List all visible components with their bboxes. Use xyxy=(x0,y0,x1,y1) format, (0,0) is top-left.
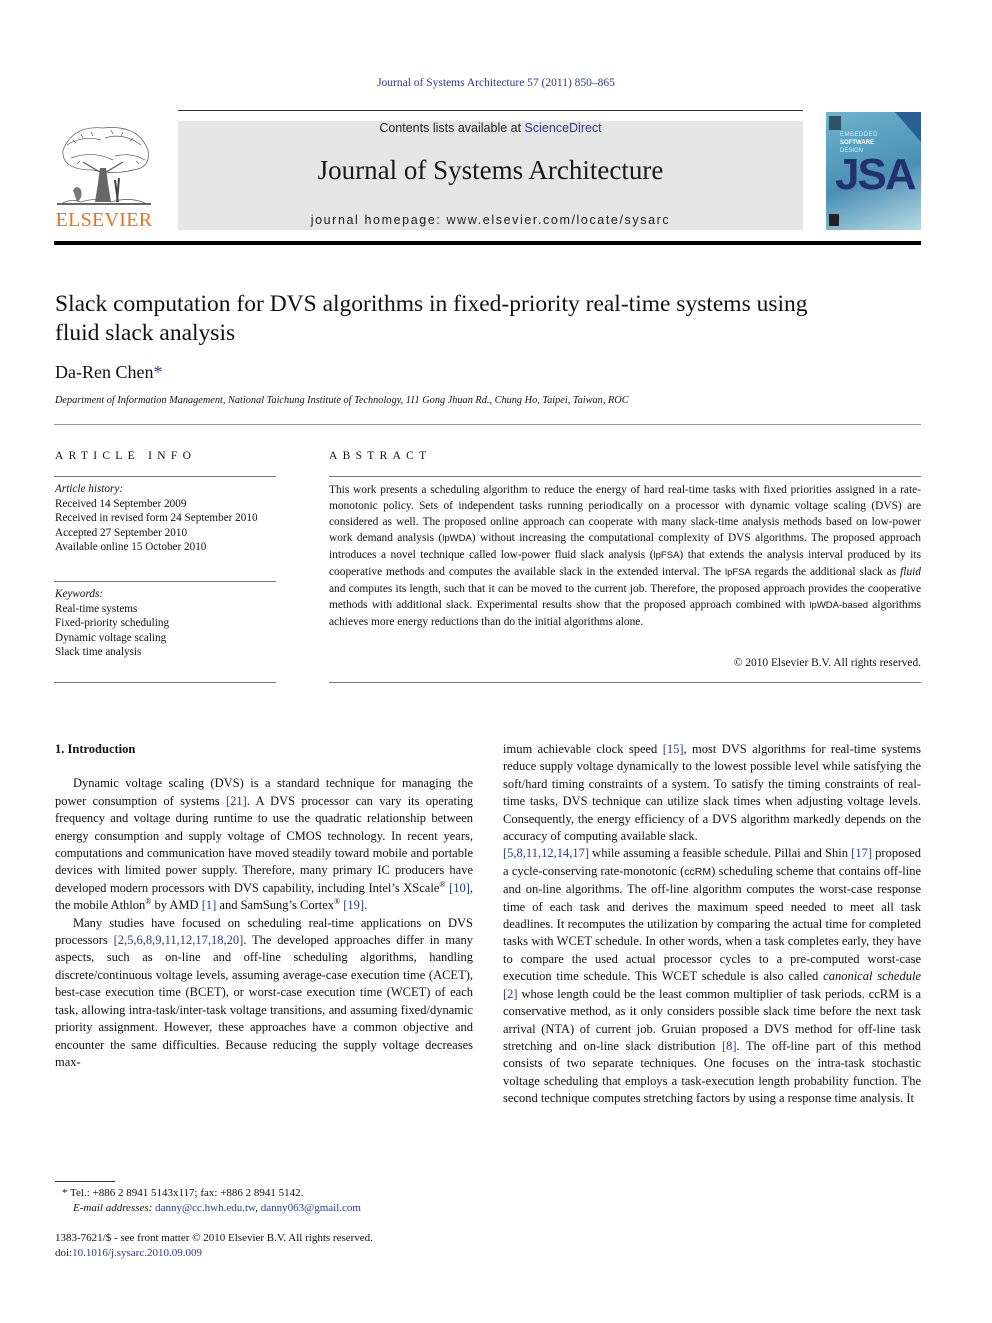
author-footnote-mark[interactable]: * xyxy=(153,362,162,382)
front-matter: 1383-7621/$ - see front matter © 2010 El… xyxy=(55,1231,373,1261)
keyword-item: Dynamic voltage scaling xyxy=(55,631,167,644)
keywords-rule xyxy=(54,581,276,582)
cover-line-2: SOFTWARE xyxy=(840,140,874,146)
elsevier-wordmark: ELSEVIER xyxy=(55,209,153,231)
article-title: Slack computation for DVS algorithms in … xyxy=(55,291,808,346)
journal-banner: Contents lists available at ScienceDirec… xyxy=(178,121,803,230)
history-label: Article history: xyxy=(55,483,124,495)
intro-paragraph-3: [5,8,11,12,14,17] while assuming a feasi… xyxy=(503,846,921,1106)
article-history: Article history: Received 14 September 2… xyxy=(55,482,277,555)
email-link[interactable]: danny@cc.hwh.edu.tw xyxy=(155,1202,255,1214)
body-column-right: imum achievable clock speed [15], most D… xyxy=(503,741,921,1108)
footnote-emails: E-mail addresses: danny@cc.hwh.edu.tw, d… xyxy=(73,1202,361,1214)
cover-publisher-mark xyxy=(829,116,841,130)
history-received: Received 14 September 2009 xyxy=(55,497,187,510)
keyword-item: Fixed-priority scheduling xyxy=(55,617,170,630)
header-rule xyxy=(178,110,803,111)
citation-link[interactable]: [5,8,11,12,14,17] xyxy=(503,846,589,860)
section-heading-introduction: 1. Introduction xyxy=(55,742,136,756)
author-line: Da-Ren Chen* xyxy=(55,362,162,383)
footnote-contact: * Tel.: +886 2 8941 5143x117; fax: +886 … xyxy=(62,1187,304,1199)
header-thick-rule xyxy=(54,241,921,245)
journal-citation[interactable]: Journal of Systems Architecture 57 (2011… xyxy=(0,77,992,89)
body-column-left: 1. Introduction Dynamic voltage scaling … xyxy=(55,741,473,1071)
citation-link[interactable]: [19] xyxy=(343,898,364,912)
intro-paragraph-2-cont: imum achievable clock speed [15], most D… xyxy=(503,742,922,844)
sciencedirect-link[interactable]: ScienceDirect xyxy=(525,121,602,135)
intro-paragraph-1: Dynamic voltage scaling (DVS) is a stand… xyxy=(55,776,474,913)
journal-cover-thumbnail[interactable]: EMBEDDED SOFTWARE DESIGN JSA xyxy=(826,112,921,230)
keyword-item: Slack time analysis xyxy=(55,646,142,659)
citation-link[interactable]: [1] xyxy=(202,898,217,912)
title-rule xyxy=(54,424,921,425)
history-online: Available online 15 October 2010 xyxy=(55,541,207,554)
abstract-rule xyxy=(329,476,921,477)
cover-acronym: JSA xyxy=(835,150,917,199)
history-revised: Received in revised form 24 September 20… xyxy=(55,512,258,525)
journal-homepage[interactable]: journal homepage: www.elsevier.com/locat… xyxy=(178,213,803,227)
history-accepted: Accepted 27 September 2010 xyxy=(55,526,188,539)
intro-paragraph-2: Many studies have focused on scheduling … xyxy=(55,915,473,1069)
abstract-heading: ABSTRACT xyxy=(329,450,432,462)
citation-link[interactable]: [10] xyxy=(449,881,470,895)
issn-copyright: 1383-7621/$ - see front matter © 2010 El… xyxy=(55,1232,373,1244)
elsevier-tree-icon xyxy=(57,127,151,205)
keywords-label: Keywords: xyxy=(55,588,104,600)
author-affiliation: Department of Information Management, Na… xyxy=(55,395,629,406)
citation-link[interactable]: [2] xyxy=(503,987,518,1001)
citation-link[interactable]: [8] xyxy=(722,1039,737,1053)
contents-prefix: Contents lists available at xyxy=(379,121,525,135)
citation-link[interactable]: [21] xyxy=(226,794,247,808)
doi-line: doi:10.1016/j.sysarc.2010.09.009 xyxy=(55,1247,202,1259)
keywords: Keywords: Real-time systems Fixed-priori… xyxy=(55,587,277,660)
citation-link[interactable]: [17] xyxy=(851,846,872,860)
email-link[interactable]: danny063@gmail.com xyxy=(261,1202,361,1214)
keyword-item: Real-time systems xyxy=(55,602,138,615)
abstract-bottom-rule xyxy=(329,682,921,683)
elsevier-logo[interactable]: ELSEVIER xyxy=(53,120,155,232)
cover-footer-mark xyxy=(829,214,839,226)
cover-line-1: EMBEDDED xyxy=(840,132,879,138)
abstract-copyright: © 2010 Elsevier B.V. All rights reserved… xyxy=(733,657,921,669)
article-info-heading: ARTICLE INFO xyxy=(55,450,197,462)
article-info-rule xyxy=(54,476,276,477)
footnote-rule xyxy=(55,1181,115,1182)
contents-line: Contents lists available at ScienceDirec… xyxy=(178,121,803,135)
author-footnote: * Tel.: +886 2 8941 5143x117; fax: +886 … xyxy=(62,1186,361,1216)
journal-title: Journal of Systems Architecture xyxy=(317,155,664,185)
author-name: Da-Ren Chen xyxy=(55,362,154,382)
cover-corner-badge xyxy=(895,112,921,142)
doi-link[interactable]: 10.1016/j.sysarc.2010.09.009 xyxy=(72,1247,202,1259)
abstract-text: This work presents a scheduling algorith… xyxy=(329,484,921,628)
article-info-bottom-rule xyxy=(54,682,276,683)
citation-link[interactable]: [2,5,6,8,9,11,12,17,18,20] xyxy=(114,933,244,947)
citation-link[interactable]: [15] xyxy=(663,742,684,756)
